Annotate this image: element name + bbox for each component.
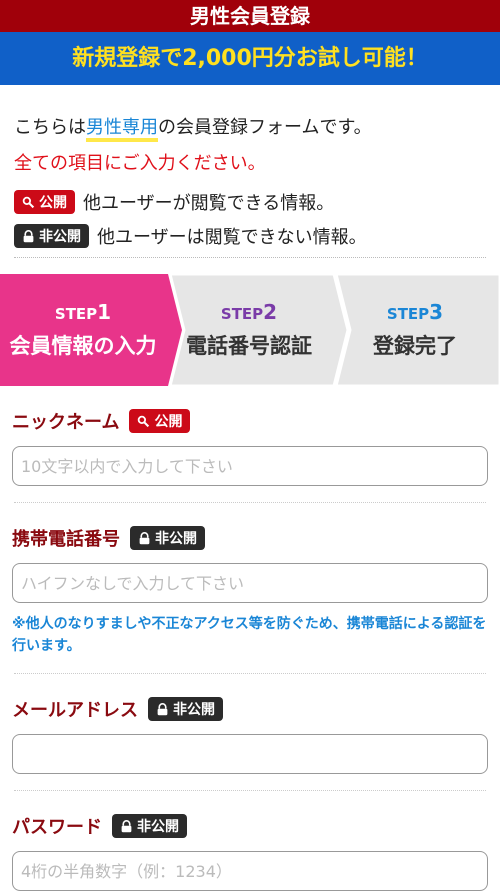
private-desc: 他ユーザーは閲覧できない情報。 (97, 227, 367, 248)
public-badge-label: 公開 (39, 195, 67, 211)
badge-label: 非公開 (155, 531, 197, 547)
legend-private: 非公開 他ユーザーは閲覧できない情報。 (14, 223, 486, 249)
step-1-number: STEP1 (54, 300, 112, 324)
step-3: STEP3 登録完了 (332, 274, 498, 386)
legend-public: 公開 他ユーザーが閲覧できる情報。 (14, 189, 486, 215)
lock-icon (139, 531, 150, 544)
public-badge: 公開 (14, 190, 75, 214)
badge-label: 非公開 (173, 702, 215, 718)
step-2-number: STEP2 (220, 300, 278, 324)
email-input[interactable] (12, 734, 488, 774)
divider (14, 790, 486, 791)
nickname-field: ニックネーム 公開 (0, 408, 500, 486)
step-1: STEP1 会員情報の入力 (0, 274, 166, 386)
nickname-input[interactable] (12, 446, 488, 486)
private-badge: 非公開 (14, 224, 89, 248)
private-badge: 非公開 (130, 526, 205, 550)
private-badge-label: 非公開 (39, 229, 81, 245)
lock-icon (23, 229, 34, 242)
phone-label: 携帯電話番号 (12, 529, 120, 550)
phone-note: ※他人のなりすましや不正なアクセス等を防ぐため、携帯電話による認証を行います。 (12, 616, 487, 654)
password-label: パスワード (12, 817, 102, 838)
phone-input[interactable] (12, 563, 488, 603)
step-3-label: 登録完了 (373, 334, 457, 358)
step-2-label: 電話番号認証 (186, 334, 312, 358)
public-desc: 他ユーザーが閲覧できる情報。 (83, 193, 335, 214)
lock-icon (157, 702, 168, 715)
badge-label: 非公開 (137, 819, 179, 835)
email-field: メールアドレス 非公開 (0, 696, 500, 774)
password-field: パスワード 非公開 (0, 813, 500, 891)
intro-text: こちらは男性専用の会員登録フォームです。 (14, 113, 486, 142)
divider (14, 257, 486, 258)
intro-highlight: 男性専用 (86, 117, 158, 142)
intro-section: こちらは男性専用の会員登録フォームです。 全ての項目にご入力ください。 公開 他… (0, 85, 500, 249)
promo-banner: 新規登録で2,000円分お試し可能！ (0, 32, 500, 85)
phone-field: 携帯電話番号 非公開 ※他人のなりすましや不正なアクセス等を防ぐため、携帯電話に… (0, 525, 500, 657)
lock-icon (121, 819, 132, 832)
private-badge: 非公開 (148, 697, 223, 721)
intro-prefix: こちらは (14, 117, 86, 138)
step-1-label: 会員情報の入力 (9, 334, 157, 358)
legend: 公開 他ユーザーが閲覧できる情報。 非公開 他ユーザーは閲覧できない情報。 (14, 189, 486, 249)
required-notice: 全ての項目にご入力ください。 (14, 153, 266, 174)
nickname-label: ニックネーム (12, 412, 120, 433)
password-input[interactable] (12, 851, 488, 891)
search-icon (138, 415, 150, 427)
step-2: STEP2 電話番号認証 (166, 274, 332, 386)
divider (14, 502, 486, 503)
email-label: メールアドレス (12, 700, 138, 721)
step-3-number: STEP3 (386, 300, 444, 324)
page-title: 男性会員登録 (0, 0, 500, 32)
badge-label: 公開 (154, 414, 183, 430)
public-badge: 公開 (129, 409, 191, 433)
search-icon (22, 196, 35, 208)
private-badge: 非公開 (112, 814, 187, 838)
step-indicator: STEP1 会員情報の入力 STEP2 電話番号認証 STEP3 登録完了 (0, 274, 500, 386)
divider (14, 673, 486, 674)
intro-suffix: の会員登録フォームです。 (158, 117, 372, 138)
